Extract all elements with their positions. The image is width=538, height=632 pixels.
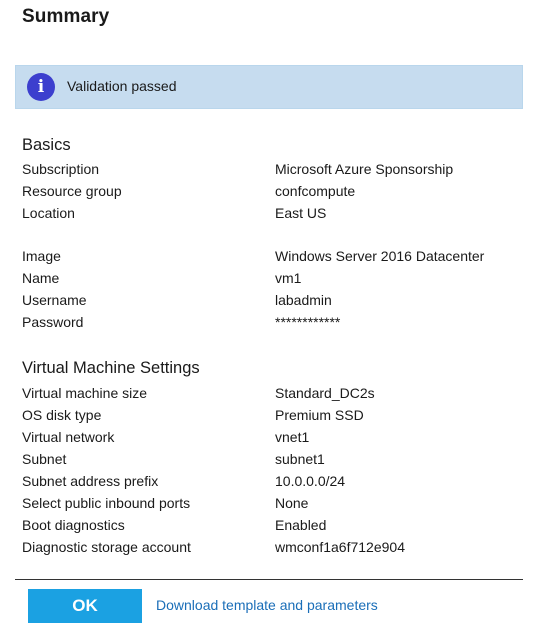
summary-row-subscription: Subscription Microsoft Azure Sponsorship <box>0 159 538 179</box>
section-title-basics: Basics <box>22 136 71 154</box>
row-value: subnet1 <box>275 451 325 467</box>
row-label: Image <box>22 248 61 264</box>
row-value: ************ <box>275 314 341 330</box>
summary-row-image: Image Windows Server 2016 Datacenter <box>0 246 538 266</box>
info-icon: i <box>27 73 55 101</box>
row-label: Location <box>22 205 75 221</box>
row-value: wmconf1a6f712e904 <box>275 539 405 555</box>
validation-banner: i Validation passed <box>15 65 523 109</box>
row-value: Standard_DC2s <box>275 385 375 401</box>
row-label: Subnet <box>22 451 67 467</box>
summary-row-inbound-ports: Select public inbound ports None <box>0 493 538 513</box>
row-label: Virtual machine size <box>22 385 148 401</box>
ok-button[interactable]: OK <box>28 589 142 623</box>
row-label: Boot diagnostics <box>22 517 125 533</box>
summary-row-subnet-prefix: Subnet address prefix 10.0.0.0/24 <box>0 471 538 491</box>
row-value: confcompute <box>275 183 356 199</box>
row-label: Subnet address prefix <box>22 473 159 489</box>
row-label: Subscription <box>22 161 100 177</box>
row-value: labadmin <box>275 292 332 308</box>
row-value: vm1 <box>275 270 302 286</box>
footer-divider <box>15 579 523 580</box>
validation-message: Validation passed <box>67 78 177 94</box>
summary-row-name: Name vm1 <box>0 268 538 288</box>
summary-row-username: Username labadmin <box>0 290 538 310</box>
summary-row-subnet: Subnet subnet1 <box>0 449 538 469</box>
summary-row-boot-diagnostics: Boot diagnostics Enabled <box>0 515 538 535</box>
row-label: Name <box>22 270 60 286</box>
row-label: Username <box>22 292 87 308</box>
download-template-link[interactable]: Download template and parameters <box>156 597 378 613</box>
row-value: None <box>275 495 309 511</box>
row-value: Windows Server 2016 Datacenter <box>275 248 485 264</box>
summary-row-os-disk-type: OS disk type Premium SSD <box>0 405 538 425</box>
row-value: 10.0.0.0/24 <box>275 473 346 489</box>
row-label: OS disk type <box>22 407 102 423</box>
row-value: Premium SSD <box>275 407 364 423</box>
row-label: Select public inbound ports <box>22 495 191 511</box>
row-label: Password <box>22 314 84 330</box>
summary-row-vm-size: Virtual machine size Standard_DC2s <box>0 383 538 403</box>
summary-row-virtual-network: Virtual network vnet1 <box>0 427 538 447</box>
row-value: vnet1 <box>275 429 310 445</box>
summary-row-diagnostic-storage: Diagnostic storage account wmconf1a6f712… <box>0 537 538 557</box>
section-title-vm-settings: Virtual Machine Settings <box>22 359 200 377</box>
page-title: Summary <box>22 6 110 27</box>
row-label: Virtual network <box>22 429 115 445</box>
summary-row-location: Location East US <box>0 203 538 223</box>
row-value: East US <box>275 205 327 221</box>
row-label: Diagnostic storage account <box>22 539 191 555</box>
row-label: Resource group <box>22 183 122 199</box>
row-value: Enabled <box>275 517 327 533</box>
summary-row-password: Password ************ <box>0 312 538 332</box>
summary-row-resource-group: Resource group confcompute <box>0 181 538 201</box>
row-value: Microsoft Azure Sponsorship <box>275 161 454 177</box>
